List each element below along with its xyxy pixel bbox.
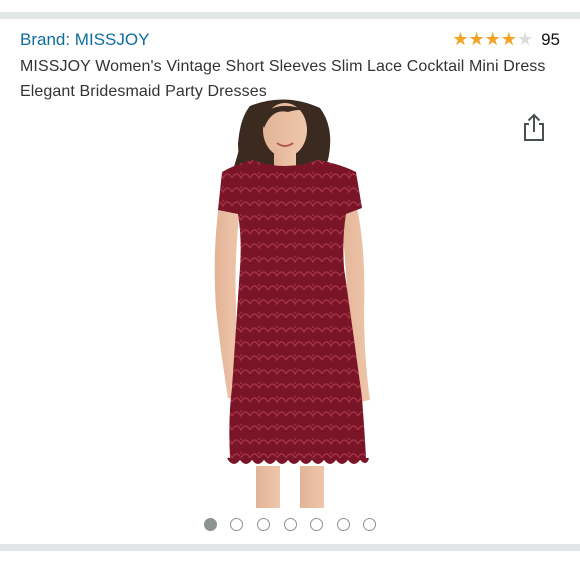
header-row: Brand: MISSJOY ★★★★★ ★★★★★ 95	[20, 29, 560, 51]
carousel-pagination	[0, 517, 580, 531]
star-rating-icon: ★★★★★ ★★★★★	[452, 29, 534, 50]
rating-summary[interactable]: ★★★★★ ★★★★★ 95	[452, 29, 560, 51]
carousel-dot[interactable]	[203, 517, 217, 531]
share-button[interactable]	[520, 112, 548, 142]
product-title: MISSJOY Women's Vintage Short Sleeves Sl…	[20, 58, 546, 100]
share-icon	[524, 113, 544, 141]
top-divider	[0, 12, 580, 19]
carousel-dot[interactable]	[310, 517, 324, 531]
carousel-dot[interactable]	[283, 517, 297, 531]
carousel-dot[interactable]	[336, 517, 350, 531]
product-image[interactable]	[160, 98, 420, 508]
carousel-dot[interactable]	[256, 517, 270, 531]
bottom-divider	[0, 544, 580, 551]
rating-count: 95	[541, 30, 560, 49]
brand-link[interactable]: Brand: MISSJOY	[20, 29, 149, 51]
carousel-dot[interactable]	[230, 517, 244, 531]
carousel-dot[interactable]	[363, 517, 377, 531]
